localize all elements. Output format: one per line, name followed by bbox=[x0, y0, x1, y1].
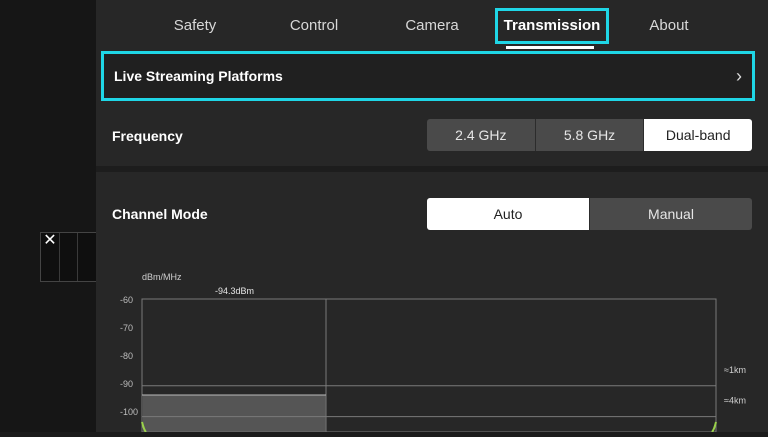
close-icon[interactable]: ✕ bbox=[42, 233, 58, 249]
channel-mode-option-auto[interactable]: Auto bbox=[427, 198, 590, 230]
frequency-label: Frequency bbox=[112, 128, 183, 144]
channel-mode-selector: Auto Manual bbox=[427, 198, 752, 230]
tab-bar: Safety Control Camera Transmission About bbox=[96, 0, 768, 52]
channel-mode-label: Channel Mode bbox=[112, 206, 208, 222]
distance-label: ≈4km bbox=[724, 396, 746, 406]
signal-chart-svg: dBm/MHz -94.3dBm -60 -70 -80 -90 -100 ≈1km ≈4… bbox=[120, 272, 746, 433]
active-tab-indicator bbox=[506, 46, 594, 49]
frequency-selector: 2.4 GHz 5.8 GHz Dual-band bbox=[427, 119, 752, 151]
frequency-option-2-4ghz[interactable]: 2.4 GHz bbox=[427, 119, 536, 151]
signal-chart: dBm/MHz -94.3dBm -60 -70 -80 -90 -100 ≈1km ≈4… bbox=[96, 262, 768, 433]
camera-view-background bbox=[0, 0, 96, 432]
y-tick-label: -60 bbox=[120, 295, 133, 305]
live-streaming-label: Live Streaming Platforms bbox=[114, 68, 283, 84]
channel-mode-option-manual[interactable]: Manual bbox=[590, 198, 752, 230]
distance-label: ≈1km bbox=[724, 365, 746, 375]
y-tick-label: -70 bbox=[120, 323, 133, 333]
y-tick-label: -90 bbox=[120, 379, 133, 389]
accent-right bbox=[711, 421, 717, 433]
y-tick-label: -80 bbox=[120, 351, 133, 361]
tab-safety[interactable]: Safety bbox=[158, 8, 232, 44]
tab-transmission[interactable]: Transmission bbox=[495, 8, 609, 44]
tab-about[interactable]: About bbox=[632, 8, 706, 44]
section-divider bbox=[96, 166, 768, 172]
signal-value-label: -94.3dBm bbox=[215, 286, 254, 296]
y-axis-label: dBm/MHz bbox=[142, 272, 182, 282]
live-streaming-platforms-row[interactable]: Live Streaming Platforms › bbox=[101, 51, 755, 101]
y-tick-label: -100 bbox=[120, 407, 138, 417]
channel-mode-row: Channel Mode Auto Manual bbox=[96, 186, 768, 242]
tab-camera[interactable]: Camera bbox=[394, 8, 470, 44]
frequency-option-dual-band[interactable]: Dual-band bbox=[644, 119, 752, 151]
tab-control[interactable]: Control bbox=[276, 8, 352, 44]
frequency-option-5-8ghz[interactable]: 5.8 GHz bbox=[536, 119, 645, 151]
chevron-right-icon: › bbox=[736, 66, 742, 86]
signal-level-area bbox=[143, 395, 326, 432]
frequency-row: Frequency 2.4 GHz 5.8 GHz Dual-band bbox=[96, 108, 768, 164]
settings-panel: Safety Control Camera Transmission About… bbox=[96, 0, 768, 433]
